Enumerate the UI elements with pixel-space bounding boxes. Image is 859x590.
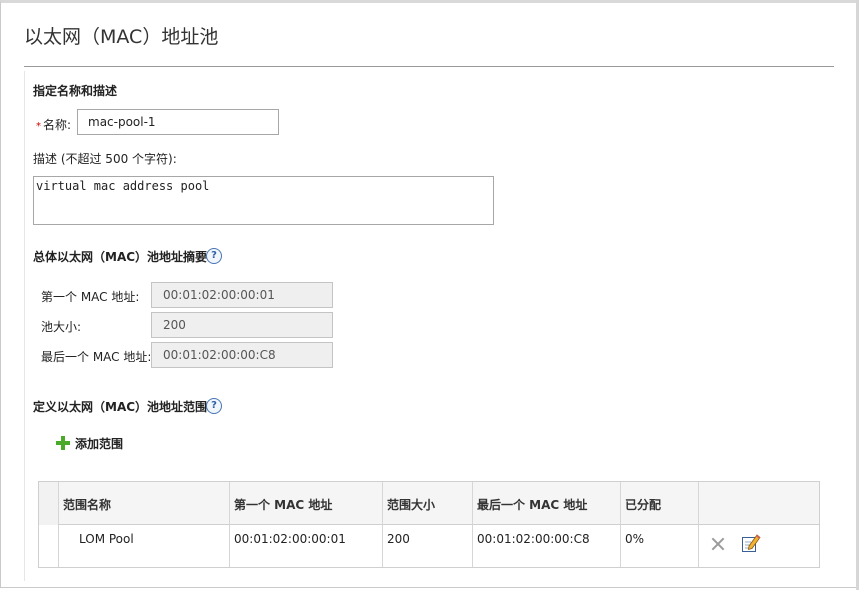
first-mac-label: 第一个 MAC 地址: <box>41 290 140 304</box>
table-row[interactable]: LOM Pool 00:01:02:00:00:01 200 00:01:02:… <box>39 525 819 567</box>
column-divider <box>229 482 230 567</box>
summary-help-icon[interactable]: ? <box>206 248 222 264</box>
name-section-heading: 指定名称和描述 <box>33 84 118 98</box>
pool-size-label: 池大小: <box>41 320 82 334</box>
last-mac-field: 00:01:02:00:00:C8 <box>151 342 333 368</box>
edit-icon[interactable] <box>741 533 761 553</box>
cell-range-name: LOM Pool <box>79 532 134 546</box>
name-label-text: 名称: <box>43 118 72 132</box>
pool-size-field: 200 <box>151 312 333 338</box>
name-input[interactable]: mac-pool-1 <box>77 109 279 135</box>
summary-heading: 总体以太网（MAC）池地址摘要 <box>33 250 208 264</box>
title-divider <box>24 66 834 67</box>
delete-icon[interactable] <box>711 537 725 551</box>
column-divider <box>58 482 59 567</box>
column-header-first-mac[interactable]: 第一个 MAC 地址 <box>234 496 332 513</box>
column-header-last-mac[interactable]: 最后一个 MAC 地址 <box>477 496 587 513</box>
description-textarea[interactable]: virtual mac address pool <box>33 176 494 225</box>
last-mac-label: 最后一个 MAC 地址: <box>41 350 152 364</box>
cell-first-mac: 00:01:02:00:00:01 <box>234 532 346 546</box>
ranges-table: 范围名称 第一个 MAC 地址 范围大小 最后一个 MAC 地址 已分配 LOM… <box>38 481 820 568</box>
description-label: 描述 (不超过 500 个字符): <box>33 152 177 166</box>
column-header-range-name[interactable]: 范围名称 <box>63 496 111 513</box>
column-header-range-size[interactable]: 范围大小 <box>387 496 435 513</box>
column-divider <box>472 482 473 567</box>
column-divider <box>698 482 699 567</box>
name-label: * 名称: <box>36 116 71 133</box>
plus-icon <box>56 436 70 450</box>
column-divider <box>382 482 383 567</box>
cell-range-size: 200 <box>387 532 410 546</box>
ranges-heading: 定义以太网（MAC）池地址范围 <box>33 400 208 414</box>
add-range-label: 添加范围 <box>75 436 124 451</box>
ranges-help-icon[interactable]: ? <box>206 398 222 414</box>
required-mark: * <box>36 121 41 132</box>
add-range-button[interactable]: 添加范围 <box>56 434 123 452</box>
first-mac-field: 00:01:02:00:00:01 <box>151 282 333 308</box>
column-divider <box>620 482 621 567</box>
page-title: 以太网（MAC）地址池 <box>24 26 219 48</box>
table-header: 范围名称 第一个 MAC 地址 范围大小 最后一个 MAC 地址 已分配 <box>39 482 819 525</box>
column-header-allocated[interactable]: 已分配 <box>625 496 661 513</box>
cell-last-mac: 00:01:02:00:00:C8 <box>477 532 590 546</box>
cell-allocated: 0% <box>625 532 645 546</box>
